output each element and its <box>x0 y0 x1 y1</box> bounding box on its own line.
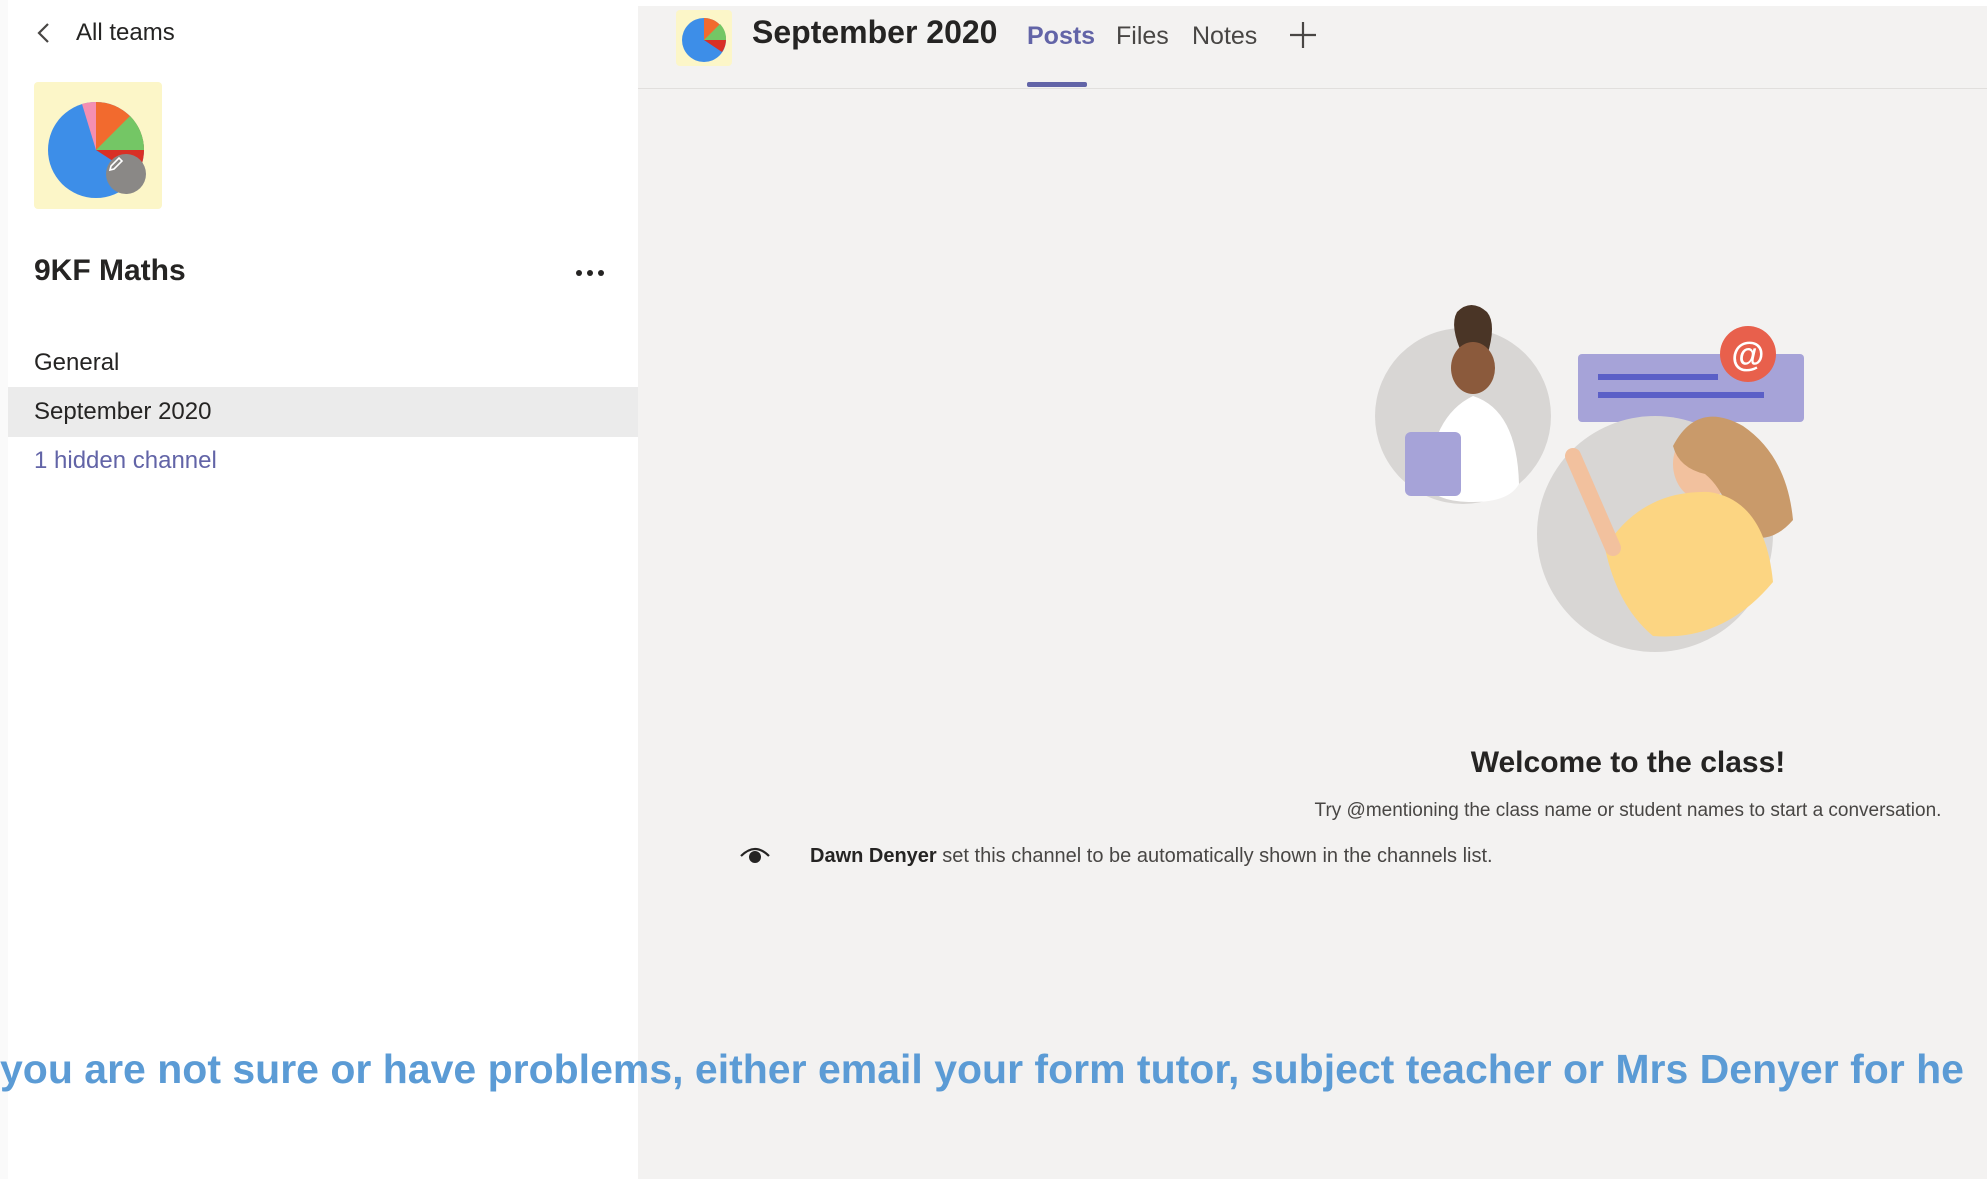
edit-avatar-button[interactable] <box>106 154 146 194</box>
tab-posts[interactable]: Posts <box>1027 22 1095 51</box>
more-options-icon <box>576 270 604 276</box>
plus-icon[interactable] <box>1286 18 1320 52</box>
tab-notes[interactable]: Notes <box>1192 22 1257 51</box>
channel-title: September 2020 <box>752 14 998 50</box>
svg-text:@: @ <box>1731 336 1764 374</box>
system-message-author: Dawn Denyer <box>810 844 937 867</box>
chevron-left-icon <box>37 23 49 43</box>
sidebar: All teams 9KF Maths General September 20… <box>0 0 638 1179</box>
help-banner: you are not sure or have problems, eithe… <box>0 1046 1964 1092</box>
system-message: Dawn Denyer set this channel to be autom… <box>738 836 1493 876</box>
all-teams-back-link[interactable]: All teams <box>34 14 175 52</box>
system-message-text: Dawn Denyer set this channel to be autom… <box>810 845 1493 868</box>
tab-files[interactable]: Files <box>1116 22 1169 51</box>
system-message-body: set this channel to be automatically sho… <box>936 844 1493 867</box>
eye-icon <box>740 847 770 863</box>
welcome-hint: Try @mentioning the class name or studen… <box>1314 800 1942 821</box>
hidden-channels-label: 1 hidden channel <box>34 447 217 474</box>
pie-chart-icon <box>682 18 727 62</box>
hidden-channels-link[interactable]: 1 hidden channel <box>8 436 638 486</box>
channel-september-2020[interactable]: September 2020 <box>8 387 638 437</box>
channel-content: September 2020 Posts Files Notes @ Welco… <box>638 6 1987 1179</box>
active-tab-indicator <box>1027 82 1087 87</box>
welcome-title: Welcome to the class! <box>1470 746 1786 779</box>
channel-label: General <box>34 349 120 376</box>
channel-label: September 2020 <box>34 398 212 425</box>
team-avatar[interactable] <box>34 82 162 209</box>
welcome-illustration: @ <box>1375 305 1804 652</box>
sidebar-edge <box>0 0 8 1179</box>
team-name: 9KF Maths <box>34 254 186 287</box>
more-options-button[interactable] <box>570 258 610 288</box>
channel-header: September 2020 Posts Files Notes <box>638 6 1987 89</box>
pencil-icon <box>108 156 124 172</box>
channel-avatar <box>676 10 732 66</box>
all-teams-label: All teams <box>76 19 175 46</box>
pie-chart-icon <box>48 101 145 198</box>
channel-general[interactable]: General <box>8 338 638 388</box>
